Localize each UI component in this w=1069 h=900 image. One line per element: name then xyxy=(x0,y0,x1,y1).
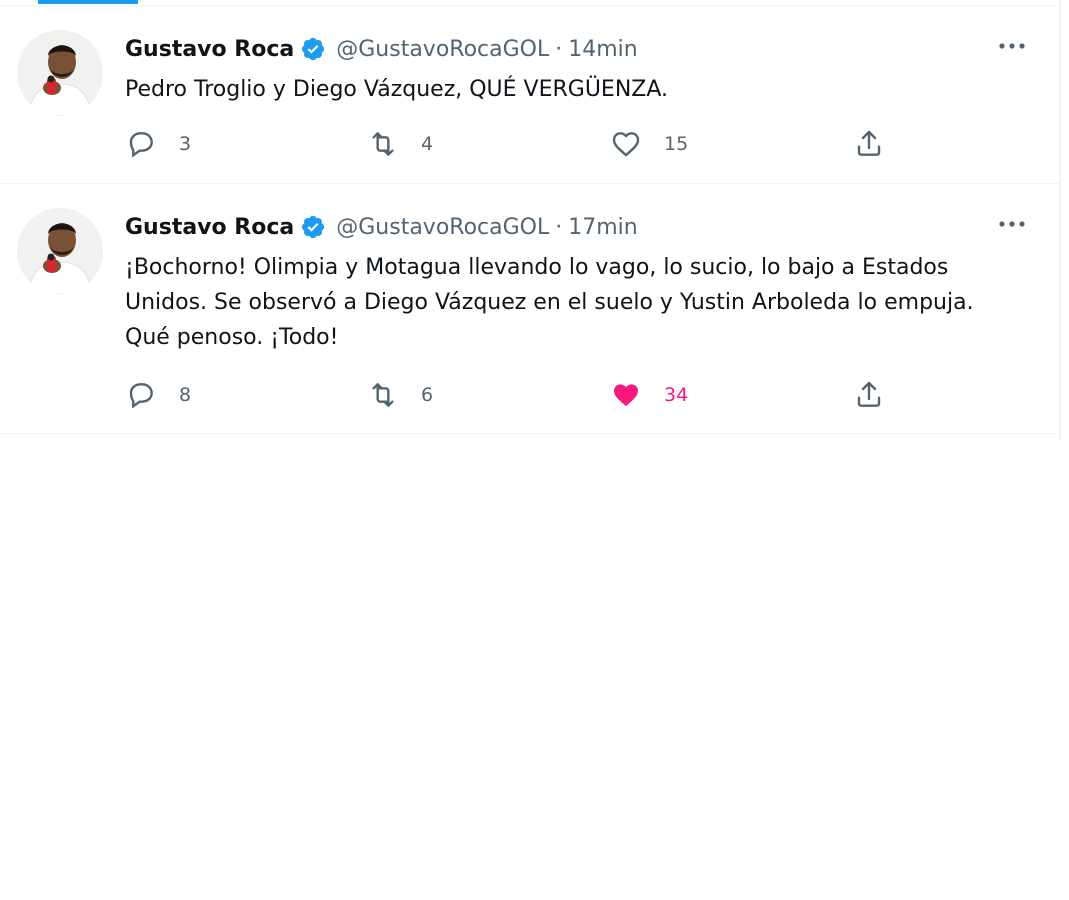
retweet-button[interactable]: 4 xyxy=(367,128,433,160)
reply-count: 8 xyxy=(179,384,192,406)
share-button[interactable] xyxy=(853,128,885,160)
retweet-button[interactable]: 6 xyxy=(367,379,433,411)
like-heart-icon xyxy=(614,384,638,407)
author-name[interactable]: Gustavo Roca xyxy=(125,215,294,240)
verified-badge-icon xyxy=(302,215,325,239)
reply-button[interactable]: 8 xyxy=(125,379,191,411)
tweet-header: Gustavo Roca @GustavoRocaGOL · 17min xyxy=(125,212,638,242)
tweet-timestamp[interactable]: 17min xyxy=(568,215,637,240)
tweet-actions: 3 4 15 xyxy=(125,128,905,160)
more-options-icon[interactable] xyxy=(997,34,1027,58)
reply-icon xyxy=(129,383,153,409)
like-count: 34 xyxy=(664,384,689,406)
tweet-text: Pedro Troglio y Diego Vázquez, QUÉ VERGÜ… xyxy=(125,77,669,102)
tweet[interactable]: Gustavo Roca @GustavoRocaGOL · 17min ¡Bo… xyxy=(0,184,1061,434)
retweet-icon xyxy=(372,383,394,407)
reply-button[interactable]: 3 xyxy=(125,128,191,160)
retweet-count: 6 xyxy=(421,384,434,406)
share-button[interactable] xyxy=(853,379,885,411)
tweet[interactable]: Gustavo Roca @GustavoRocaGOL · 14min Ped… xyxy=(0,6,1061,184)
tweet-actions: 8 6 34 xyxy=(125,379,905,411)
reply-icon xyxy=(129,132,153,158)
active-tab-indicator xyxy=(38,0,138,4)
avatar[interactable] xyxy=(17,208,103,294)
like-count: 15 xyxy=(664,133,689,155)
like-heart-icon xyxy=(612,132,640,157)
verified-badge-icon xyxy=(302,37,325,61)
avatar[interactable] xyxy=(17,30,103,116)
separator-dot: · xyxy=(555,214,563,240)
like-button[interactable]: 15 xyxy=(610,128,688,160)
author-handle[interactable]: @GustavoRocaGOL xyxy=(336,215,549,240)
tweet-text: ¡Bochorno! Olimpia y Motagua llevando lo… xyxy=(125,255,974,350)
reply-count: 3 xyxy=(179,133,192,155)
tweet-header: Gustavo Roca @GustavoRocaGOL · 14min xyxy=(125,34,638,64)
retweet-count: 4 xyxy=(421,133,434,155)
author-handle[interactable]: @GustavoRocaGOL xyxy=(336,37,549,62)
retweet-icon xyxy=(372,132,394,156)
separator-dot: · xyxy=(555,36,563,62)
author-name[interactable]: Gustavo Roca xyxy=(125,37,294,62)
more-options-icon[interactable] xyxy=(997,212,1027,236)
tweet-timestamp[interactable]: 14min xyxy=(568,37,637,62)
share-icon xyxy=(857,381,881,407)
tweet-feed: Gustavo Roca @GustavoRocaGOL · 14min Ped… xyxy=(0,0,1061,441)
like-button[interactable]: 34 xyxy=(610,379,688,411)
share-icon xyxy=(857,130,881,156)
